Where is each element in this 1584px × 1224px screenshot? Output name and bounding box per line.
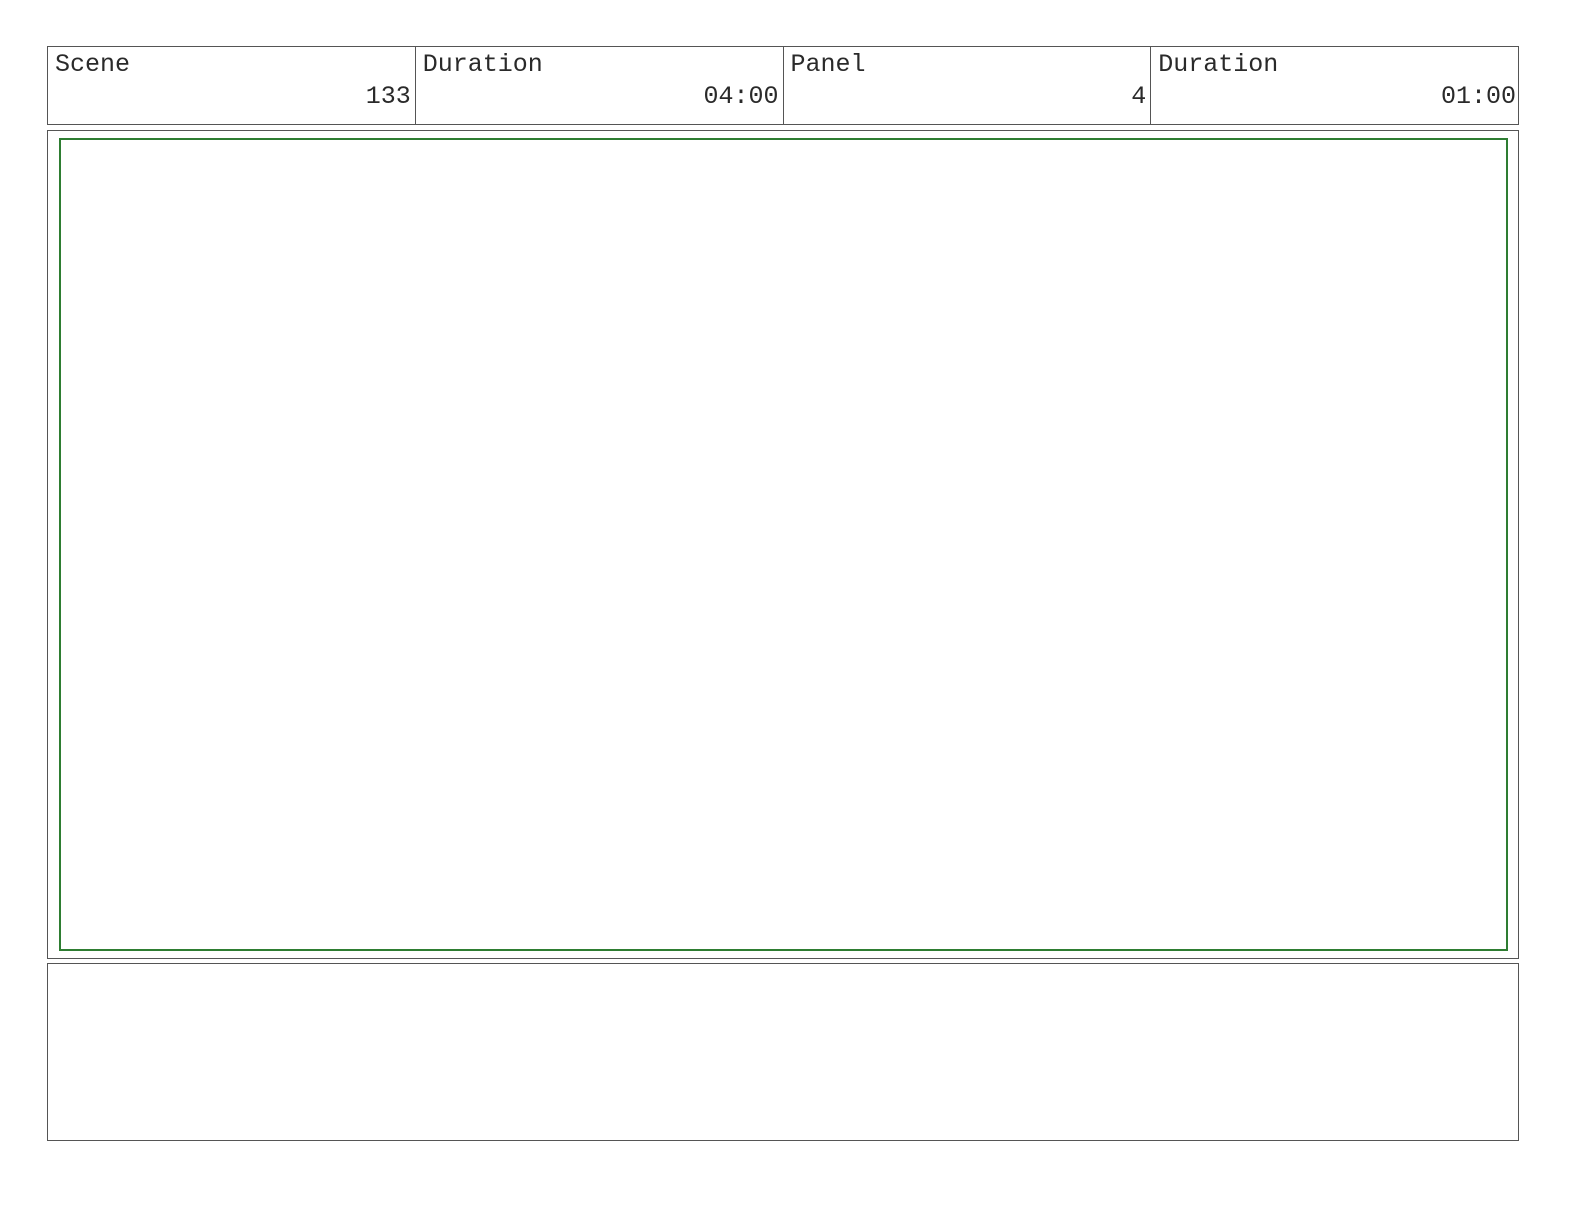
panel-number: 4 bbox=[1131, 82, 1147, 111]
scene-duration-label: Duration bbox=[422, 50, 543, 79]
panel-label: Panel bbox=[790, 50, 866, 79]
storyboard-header: Scene 133 Duration 04:00 Panel 4 Duratio… bbox=[47, 46, 1519, 125]
panel-duration-label: Duration bbox=[1158, 50, 1279, 79]
scene-duration-cell: Duration 04:00 bbox=[416, 47, 784, 124]
scene-cell: Scene 133 bbox=[48, 47, 416, 124]
panel-frame bbox=[47, 130, 1519, 959]
panel-duration-value: 01:00 bbox=[1440, 82, 1516, 111]
scene-label: Scene bbox=[55, 50, 131, 79]
scene-number: 133 bbox=[365, 82, 411, 111]
panel-cell: Panel 4 bbox=[784, 47, 1152, 124]
panel-notes-area[interactable] bbox=[47, 963, 1519, 1141]
panel-duration-cell: Duration 01:00 bbox=[1151, 47, 1518, 124]
scene-duration-value: 04:00 bbox=[703, 82, 779, 111]
panel-drawing-area[interactable] bbox=[59, 138, 1508, 951]
